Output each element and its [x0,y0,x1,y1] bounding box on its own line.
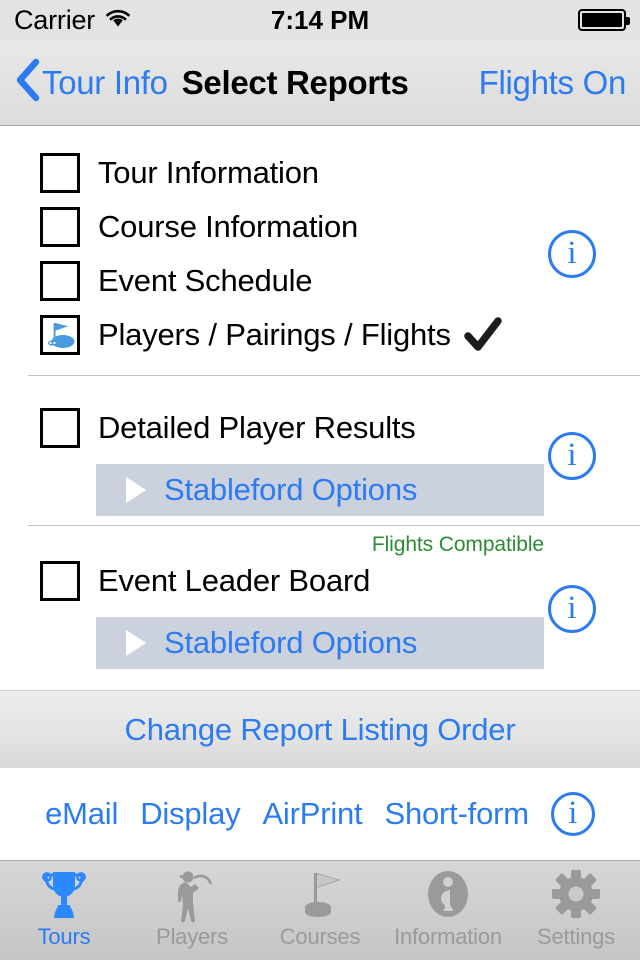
status-bar: Carrier 7:14 PM [0,0,640,40]
report-row-tour-information[interactable]: Tour Information [0,147,319,199]
report-list: Tour Information Course Information Even… [0,127,640,690]
stableford-options-button-detailed-player-results[interactable]: Stableford Options [96,464,544,516]
golf-green-flag-icon [43,323,77,352]
list-separator [28,525,640,526]
report-row-event-leader-board[interactable]: Event Leader Board [0,555,370,607]
stableford-options-label: Stableford Options [164,472,418,507]
report-label: Event Schedule [98,263,313,298]
gear-icon [550,867,602,925]
info-glyph: i [567,234,577,271]
email-button[interactable]: eMail [45,796,118,832]
back-button[interactable]: Tour Info [14,58,168,107]
carrier-label: Carrier [14,4,96,35]
report-row-detailed-player-results[interactable]: Detailed Player Results [0,402,416,454]
status-bar-right [578,9,630,31]
checkbox-tour-information[interactable] [40,153,80,193]
golf-flag-icon [294,867,346,925]
action-bar: eMail Display AirPrint Short-form i [0,768,640,860]
info-circle-icon [422,867,474,925]
page-title: Select Reports [181,63,409,101]
checkbox-event-schedule[interactable] [40,261,80,301]
checkbox-detailed-player-results[interactable] [40,408,80,448]
navigation-bar: Tour Info Select Reports Flights On [0,40,640,126]
airprint-button[interactable]: AirPrint [262,796,362,832]
chevron-left-icon [14,58,40,107]
checkbox-players-pairings-flights[interactable] [40,315,80,355]
report-label: Course Information [98,209,359,244]
triangle-right-icon [126,477,146,503]
report-label: Detailed Player Results [98,410,416,445]
report-label: Event Leader Board [98,563,371,598]
tab-settings[interactable]: Settings [512,861,640,960]
battery-fill [582,13,622,27]
checkbox-event-leader-board[interactable] [40,561,80,601]
stableford-options-button-event-leader-board[interactable]: Stableford Options [96,617,544,669]
golfer-swing-icon [166,867,218,925]
back-button-label: Tour Info [42,63,168,101]
status-bar-left: Carrier [14,5,132,36]
battery-full-icon [578,9,630,31]
tab-information[interactable]: Information [384,861,512,960]
short-form-button[interactable]: Short-form [384,796,529,832]
info-glyph: i [567,589,577,626]
info-button-detailed-player-results[interactable]: i [548,432,596,480]
tab-players[interactable]: Players [128,861,256,960]
info-glyph: i [567,436,577,473]
tab-tours[interactable]: Tours [0,861,128,960]
tab-label: Settings [537,924,615,949]
report-row-course-information[interactable]: Course Information [0,201,358,253]
flights-compatible-badge: Flights Compatible [371,533,544,556]
info-button-event-leader-board[interactable]: i [548,585,596,633]
info-button-group-one[interactable]: i [548,230,596,278]
checkbox-course-information[interactable] [40,207,80,247]
info-button-action-bar[interactable]: i [550,792,595,836]
trophy-icon [38,867,90,925]
change-report-listing-order-label: Change Report Listing Order [124,711,516,747]
report-label: Tour Information [98,155,319,190]
tab-bar: Tours Players Courses Information Settin… [0,860,640,960]
tab-label: Information [394,924,502,949]
report-row-players-pairings-flights[interactable]: Players / Pairings / Flights [0,309,503,361]
stableford-options-label: Stableford Options [164,625,418,660]
checkmark-icon [463,315,503,355]
display-button[interactable]: Display [140,796,240,832]
info-glyph: i [568,794,578,831]
change-report-listing-order-button[interactable]: Change Report Listing Order [0,690,640,768]
tab-courses[interactable]: Courses [256,861,384,960]
report-row-event-schedule[interactable]: Event Schedule [0,255,313,307]
wifi-icon [104,8,132,33]
tab-label: Courses [279,924,361,949]
report-label: Players / Pairings / Flights [98,317,451,352]
tab-label: Players [156,924,228,949]
triangle-right-icon [126,630,146,656]
flights-toggle-button[interactable]: Flights On [479,64,627,102]
tab-label: Tours [37,924,91,949]
list-separator [28,375,640,376]
